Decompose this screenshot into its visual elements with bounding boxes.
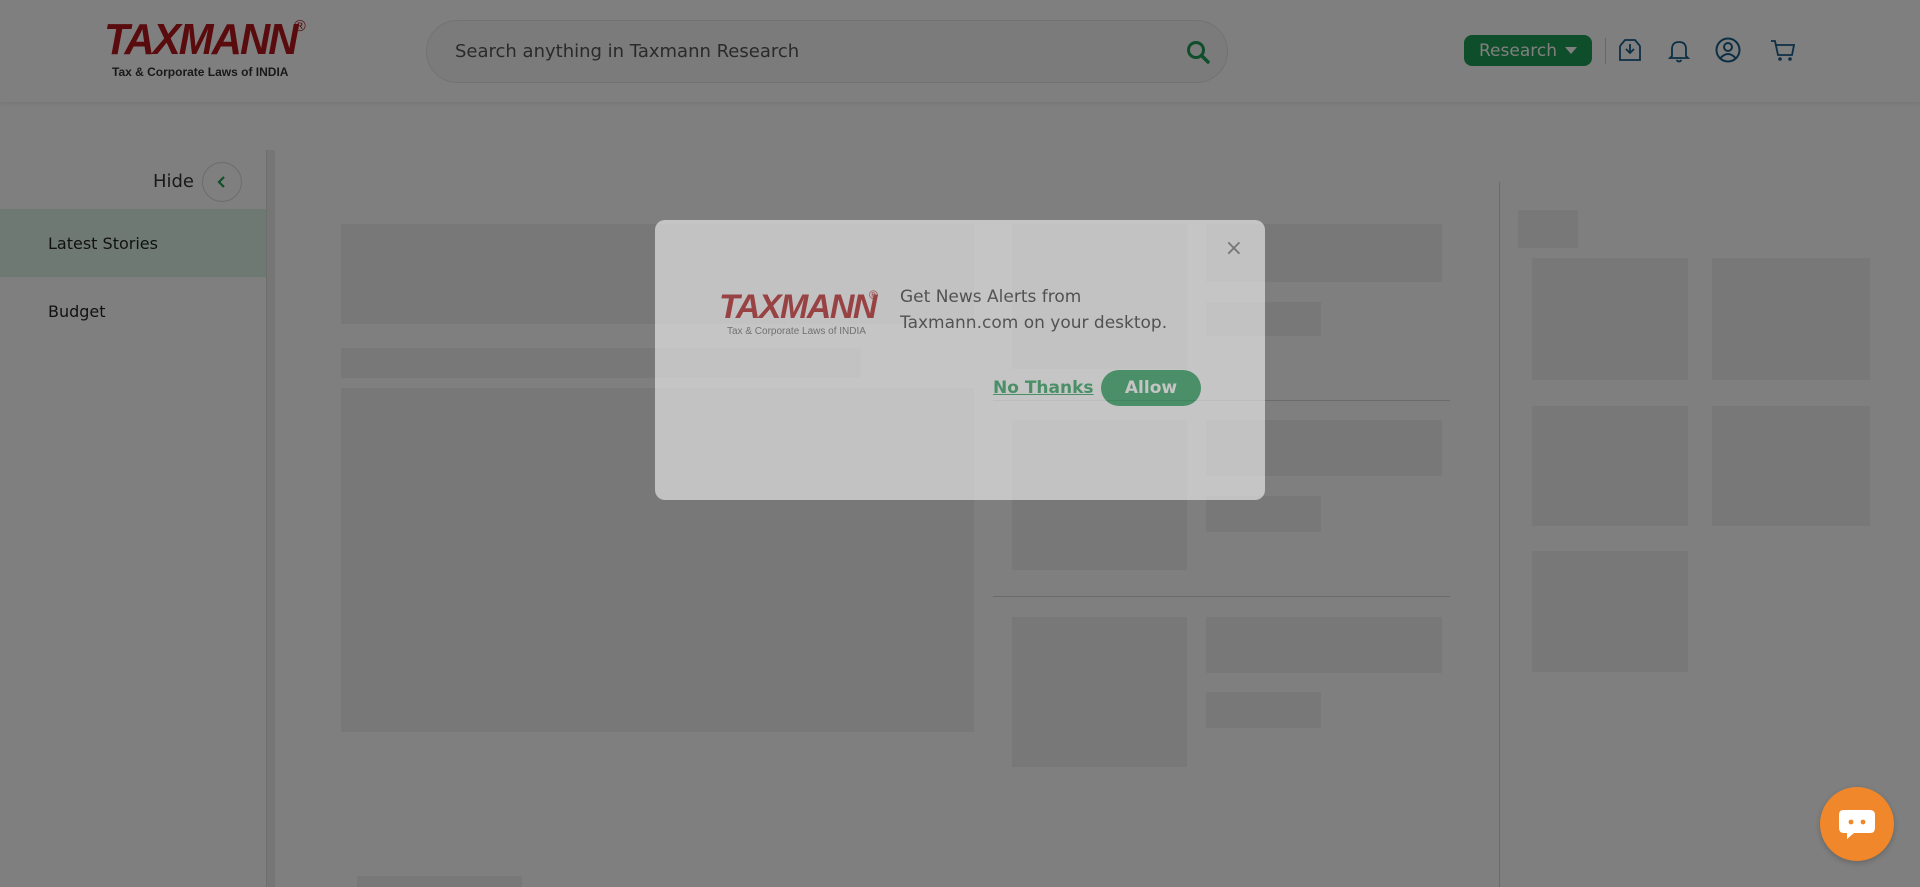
modal-message: Get News Alerts from Taxmann.com on your…	[900, 287, 1168, 333]
modal-logo-tagline: Tax & Corporate Laws of INDIA	[727, 326, 866, 337]
news-alert-modal: × TAXMANN ® Tax & Corporate Laws of INDI…	[655, 220, 1265, 500]
chat-bubble-icon	[1839, 810, 1875, 839]
close-icon[interactable]: ×	[1225, 236, 1243, 261]
modal-taxmann-logo: TAXMANN ® Tax & Corporate Laws of INDIA	[719, 288, 879, 340]
modal-logo-wordmark: TAXMANN	[719, 288, 877, 326]
allow-button[interactable]: Allow	[1101, 370, 1201, 406]
no-thanks-button[interactable]: No Thanks	[993, 378, 1094, 398]
allow-label: Allow	[1124, 378, 1178, 398]
modal-logo-registered-mark: ®	[869, 288, 878, 302]
chat-widget-button[interactable]	[1820, 787, 1894, 861]
